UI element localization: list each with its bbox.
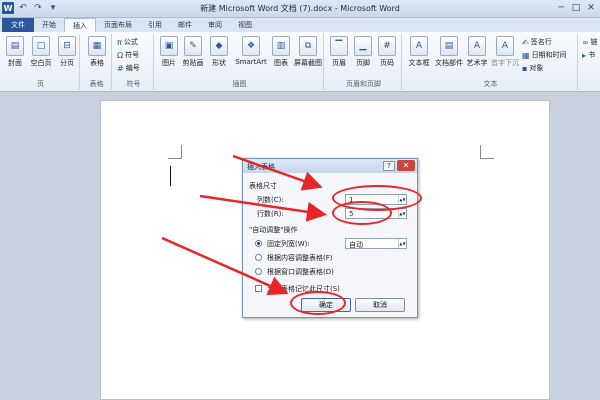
annotation-arrow-rows: [199, 194, 327, 222]
annotation-arrow-columns: [232, 154, 323, 191]
annotation-arrow-ok: [161, 236, 289, 296]
annotation-arrows: [161, 154, 327, 296]
